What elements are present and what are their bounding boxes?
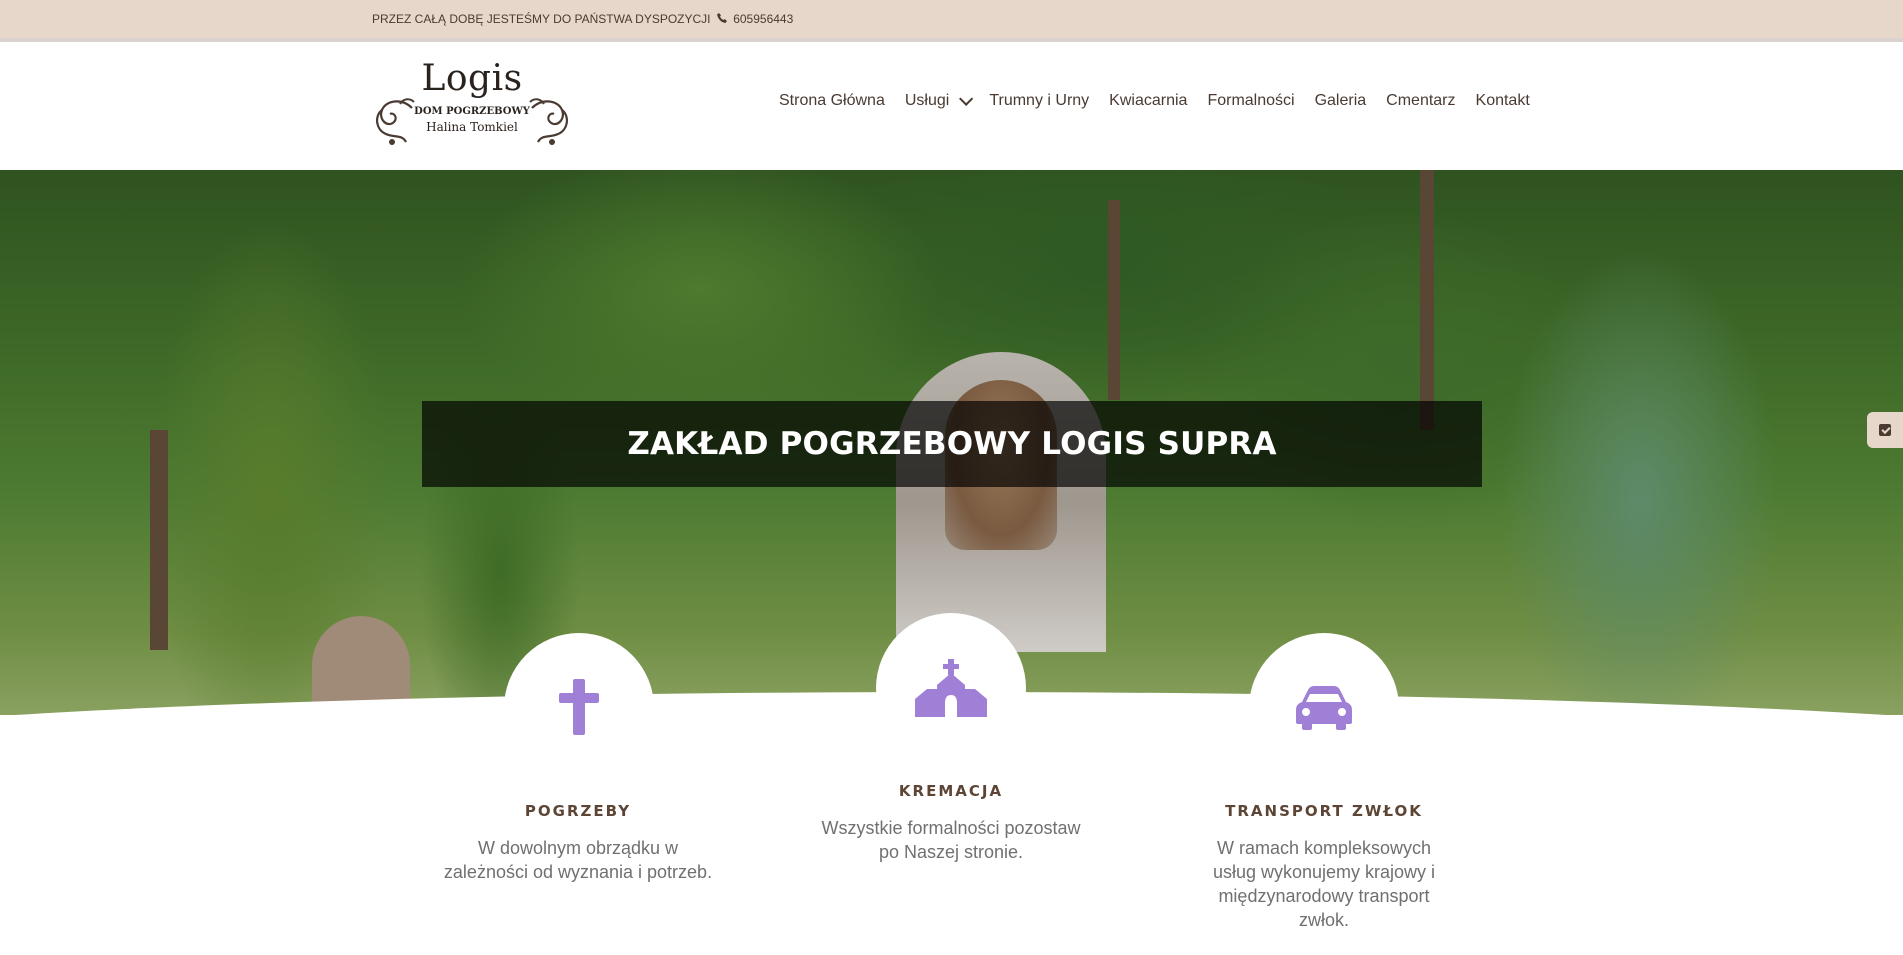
logo-title: Logis (421, 58, 523, 99)
car-icon (1296, 686, 1352, 730)
feature-description: W dowolnym obrządku w zależności od wyzn… (443, 838, 713, 882)
feature-cremation: KREMACJA Wszystkie formalności pozostaw … (801, 782, 1101, 864)
ornament-right-icon (529, 98, 568, 145)
feature-title: TRANSPORT ZWŁOK (1225, 802, 1423, 820)
tree-trunk (1420, 170, 1434, 430)
ornament-left-icon (376, 98, 415, 145)
chevron-down-icon (959, 91, 974, 106)
checkbox-icon (1879, 424, 1891, 436)
availability-notice: PRZEZ CAŁĄ DOBĘ JESTEŚMY DO PAŃSTWA DYSP… (372, 12, 711, 26)
nav-services[interactable]: Usługi (895, 91, 979, 110)
phone-link[interactable]: 605956443 (733, 12, 793, 26)
top-info-bar: PRZEZ CAŁĄ DOBĘ JESTEŚMY DO PAŃSTWA DYSP… (0, 0, 1903, 42)
phone-icon (716, 12, 727, 26)
site-logo[interactable]: Logis DOM POGRZEBOWY Halina Tomkiel (372, 58, 572, 154)
top-info-text: PRZEZ CAŁĄ DOBĘ JESTEŚMY DO PAŃSTWA DYSP… (372, 12, 793, 26)
nav-cemetery[interactable]: Cmentarz (1376, 92, 1465, 110)
nav-services-label: Usługi (904, 92, 950, 109)
site-header: Logis DOM POGRZEBOWY Halina Tomkiel Stro… (0, 42, 1903, 170)
feature-icon-bubble (876, 613, 1026, 763)
nav-contact[interactable]: Kontakt (1466, 92, 1540, 110)
nav-home[interactable]: Strona Główna (779, 92, 895, 110)
nav-coffins-urns[interactable]: Trumny i Urny (979, 92, 1099, 110)
cross-icon (559, 679, 599, 735)
feature-description: Wszystkie formalności pozostaw po Naszej… (821, 818, 1081, 862)
feature-title: POGRZEBY (524, 802, 632, 820)
feature-transport: TRANSPORT ZWŁOK W ramach kompleksowych u… (1174, 802, 1474, 932)
hero-banner: ZAKŁAD POGRZEBOWY LOGIS SUPRA (422, 401, 1482, 487)
feature-icon-bubble (504, 633, 654, 783)
side-widget-tab[interactable] (1867, 412, 1903, 448)
feature-title: KREMACJA (898, 782, 1004, 800)
nav-gallery[interactable]: Galeria (1305, 92, 1377, 110)
church-icon (915, 659, 987, 717)
feature-description: W ramach kompleksowych usług wykonujemy … (1212, 838, 1436, 930)
nav-florist[interactable]: Kwiacarnia (1099, 92, 1197, 110)
tree-trunk (1108, 200, 1120, 400)
nav-formalities[interactable]: Formalności (1197, 92, 1304, 110)
main-navigation: Strona Główna Usługi Trumny i Urny Kwiac… (779, 91, 1540, 110)
hero-title: ZAKŁAD POGRZEBOWY LOGIS SUPRA (627, 426, 1277, 462)
feature-icon-bubble (1249, 633, 1399, 783)
feature-funerals: POGRZEBY W dowolnym obrządku w zależnośc… (428, 802, 728, 884)
tree-trunk (150, 430, 168, 650)
